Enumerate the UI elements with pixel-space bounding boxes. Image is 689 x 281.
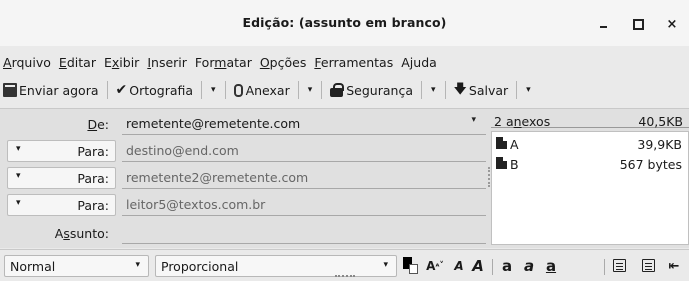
spelling-label: Ortografia bbox=[129, 82, 194, 98]
text-color-icon[interactable] bbox=[402, 257, 418, 275]
download-icon: 🡇 bbox=[453, 82, 467, 97]
send-now-label: Enviar agora bbox=[19, 82, 99, 98]
menu-inserir[interactable]: Inserir bbox=[147, 55, 187, 70]
paragraph-style-value: Normal bbox=[10, 259, 56, 274]
chevron-down-icon: ▾ bbox=[471, 115, 476, 125]
font-value: Proporcional bbox=[161, 259, 239, 274]
spelling-button[interactable]: ✔ Ortografia bbox=[113, 83, 197, 98]
bulleted-list-icon[interactable] bbox=[613, 259, 626, 272]
chevron-down-icon: ▾ bbox=[16, 198, 21, 208]
recipient-type-label: Para: bbox=[77, 171, 109, 186]
font-select[interactable]: Proporcional ▾ bbox=[155, 255, 397, 277]
subject-row: Assunto: bbox=[0, 221, 489, 245]
file-icon bbox=[496, 137, 507, 149]
attach-dropdown[interactable]: ▾ bbox=[304, 85, 317, 95]
recipient-address-input[interactable]: destino@end.com bbox=[122, 140, 486, 162]
toolbar-separator bbox=[297, 81, 299, 99]
toolbar-separator bbox=[444, 81, 446, 99]
attachment-total-size: 40,5KB bbox=[638, 114, 683, 129]
chevron-down-icon: ▾ bbox=[16, 144, 21, 154]
menu-formatar[interactable]: Formatar bbox=[195, 55, 252, 70]
send-now-button[interactable]: Enviar agora bbox=[0, 82, 102, 99]
toolbar-separator bbox=[321, 81, 323, 99]
from-row: De: remetente@remetente.com ▾ bbox=[0, 112, 489, 136]
pane-splitter[interactable] bbox=[488, 167, 490, 187]
chevron-down-icon: ▾ bbox=[135, 260, 140, 270]
recipient-type-label: Para: bbox=[77, 144, 109, 159]
security-dropdown[interactable]: ▾ bbox=[427, 85, 440, 95]
bold-icon[interactable]: a bbox=[499, 257, 515, 275]
from-value: remetente@remetente.com bbox=[126, 116, 301, 131]
attach-button[interactable]: Anexar bbox=[231, 83, 293, 98]
underline-icon[interactable]: a bbox=[543, 257, 559, 275]
save-button[interactable]: 🡇 Salvar bbox=[451, 83, 512, 98]
larger-text-icon[interactable]: A bbox=[470, 257, 486, 275]
menu-ferramentas[interactable]: Ferramentas bbox=[314, 55, 393, 70]
smaller-text-icon[interactable]: A bbox=[451, 257, 467, 275]
subject-input[interactable] bbox=[122, 222, 486, 244]
toolbar-separator bbox=[201, 81, 203, 99]
attachment-size: 39,9KB bbox=[637, 137, 682, 152]
close-icon[interactable]: × bbox=[662, 14, 682, 34]
window-title: Edição: (assunto em branco) bbox=[242, 15, 447, 30]
recipient-type-select[interactable]: ▾ Para: bbox=[7, 140, 116, 162]
from-label: De: bbox=[87, 117, 109, 132]
lock-icon bbox=[330, 82, 345, 97]
font-size-icon[interactable]: Aᴬ ˅ bbox=[424, 257, 446, 275]
attachment-name: B bbox=[510, 157, 519, 172]
spelling-dropdown[interactable]: ▾ bbox=[207, 85, 220, 95]
toolbar-separator bbox=[516, 81, 518, 99]
attachment-item[interactable]: A 39,9KB bbox=[496, 135, 686, 153]
toolbar-separator bbox=[421, 81, 422, 99]
chevron-down-icon: ▾ bbox=[16, 171, 21, 181]
recipient-row: ▾ Para: leitor5@textos.com.br bbox=[0, 193, 489, 217]
numbered-list-icon[interactable] bbox=[642, 259, 655, 272]
paperclip-icon bbox=[233, 83, 243, 97]
attach-label: Anexar bbox=[245, 82, 290, 98]
format-separator bbox=[492, 259, 493, 275]
security-label: Segurança bbox=[346, 82, 413, 98]
security-button[interactable]: Segurança bbox=[327, 82, 416, 98]
menu-bar: Arquivo Editar Exibir Inserir Formatar Opções… bbox=[0, 52, 440, 72]
recipient-type-select[interactable]: ▾ Para: bbox=[7, 194, 116, 216]
file-icon bbox=[496, 157, 507, 169]
recipient-address-input[interactable]: leitor5@textos.com.br bbox=[122, 194, 486, 216]
menu-exibir[interactable]: Exibir bbox=[104, 55, 139, 70]
save-dropdown[interactable]: ▾ bbox=[522, 85, 535, 95]
attachment-header[interactable]: 2 anexos 40,5KB bbox=[491, 112, 689, 129]
recipient-row: ▾ Para: destino@end.com bbox=[0, 139, 489, 163]
from-select[interactable]: remetente@remetente.com ▾ bbox=[122, 113, 486, 135]
recipient-address-input[interactable]: remetente2@remetente.com bbox=[122, 167, 486, 189]
format-separator bbox=[604, 259, 605, 275]
menu-ajuda[interactable]: Ajuda bbox=[401, 55, 437, 70]
attachment-list: A 39,9KB B 567 bytes bbox=[491, 131, 689, 245]
recipient-row: ▾ Para: remetente2@remetente.com bbox=[0, 166, 489, 190]
title-bar: Edição: (assunto em branco) × bbox=[0, 0, 689, 46]
resize-grip[interactable] bbox=[335, 275, 355, 277]
menu-editar[interactable]: Editar bbox=[59, 55, 96, 70]
italic-icon[interactable]: a bbox=[521, 257, 537, 275]
attachment-size: 567 bytes bbox=[619, 157, 682, 172]
send-icon bbox=[3, 83, 17, 99]
paragraph-style-select[interactable]: Normal ▾ bbox=[4, 255, 149, 277]
menu-opções[interactable]: Opções bbox=[260, 55, 307, 70]
attachment-count: 2 anexos bbox=[494, 114, 551, 129]
maximize-icon[interactable] bbox=[628, 14, 648, 34]
outdent-icon[interactable]: ⇤ bbox=[666, 257, 682, 275]
attachment-name: A bbox=[510, 137, 519, 152]
toolbar-separator bbox=[224, 81, 226, 99]
recipient-type-label: Para: bbox=[77, 198, 109, 213]
check-icon: ✔ bbox=[115, 82, 128, 98]
menu-arquivo[interactable]: Arquivo bbox=[3, 55, 51, 70]
toolbar-separator bbox=[106, 81, 108, 99]
save-label: Salvar bbox=[468, 82, 509, 98]
recipient-type-select[interactable]: ▾ Para: bbox=[7, 167, 116, 189]
chevron-down-icon: ▾ bbox=[383, 260, 388, 270]
minimize-icon[interactable] bbox=[593, 14, 613, 34]
attachment-pane: 2 anexos 40,5KB A 39,9KB B 567 bytes bbox=[491, 112, 689, 245]
compose-toolbar: Enviar agora ✔ Ortografia ▾ Anexar ▾ Seg… bbox=[0, 78, 689, 102]
subject-label: Assunto: bbox=[54, 226, 109, 241]
attachment-item[interactable]: B 567 bytes bbox=[496, 155, 686, 173]
